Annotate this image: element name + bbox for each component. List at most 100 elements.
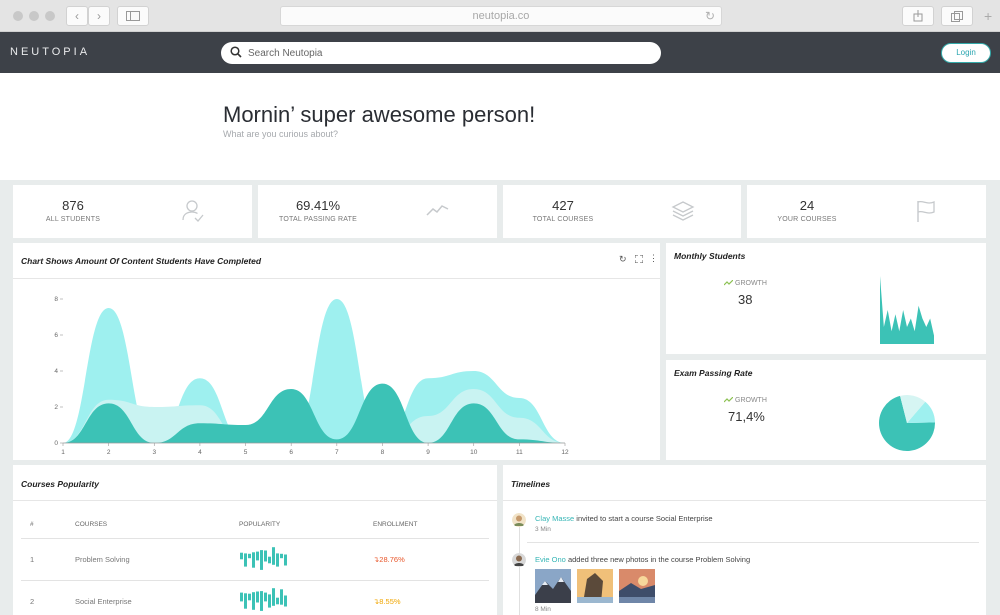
stat-card-your-courses[interactable]: 24 YOUR COURSES: [747, 185, 986, 238]
popularity-bar: [248, 593, 251, 601]
stat-label: TOTAL COURSES: [532, 216, 594, 223]
user-link[interactable]: Clay Masse: [535, 514, 574, 523]
popularity-bar: [252, 592, 255, 610]
popularity-bar: [244, 553, 247, 567]
sidebar-toggle-button[interactable]: [117, 6, 149, 26]
new-tab-icon[interactable]: +: [984, 8, 992, 24]
y-tick-label: 0: [54, 440, 58, 447]
reload-icon[interactable]: ↻: [705, 7, 715, 26]
refresh-icon[interactable]: ↻: [619, 254, 627, 265]
timeline-divider: [527, 542, 979, 543]
growth-label: GROWTH: [735, 280, 767, 287]
enrollment-percent: 28.76%: [379, 555, 405, 564]
trend-line-icon: [426, 205, 449, 216]
forward-button[interactable]: ›: [88, 6, 110, 26]
timeline-track: [519, 523, 520, 615]
window-maximize-button[interactable]: [45, 11, 55, 21]
url-text: neutopia.co: [472, 10, 530, 22]
browser-chrome: ‹ › neutopia.co ↻ +: [0, 0, 1000, 32]
growth-trend-icon: [724, 280, 733, 286]
x-tick-label: 7: [335, 449, 339, 456]
layers-icon: [671, 201, 695, 221]
avatar[interactable]: [512, 513, 526, 527]
popularity-bar: [260, 550, 263, 570]
search-input[interactable]: [248, 45, 648, 61]
popularity-bar: [240, 592, 243, 602]
popularity-sparkline: [240, 547, 287, 570]
stat-card-students[interactable]: 876 ALL STUDENTS: [13, 185, 252, 238]
y-tick-label: 2: [54, 404, 58, 411]
y-tick-label: 4: [54, 368, 58, 375]
popularity-bar: [256, 551, 259, 561]
stat-label: YOUR COURSES: [777, 216, 837, 223]
photo-thumbnail-cliff[interactable]: [577, 569, 613, 603]
monthly-students-chart: [880, 276, 934, 344]
window-minimize-button[interactable]: [29, 11, 39, 21]
x-tick-label: 8: [381, 449, 385, 456]
stat-card-passing-rate[interactable]: 69.41% TOTAL PASSING RATE: [258, 185, 497, 238]
table-header-divider: [21, 538, 489, 539]
user-link[interactable]: Evie Ono: [535, 555, 566, 564]
sidebar-icon: [126, 11, 140, 21]
search-icon: [230, 46, 242, 58]
popularity-bar: [280, 553, 283, 559]
row-number: 1: [30, 555, 35, 564]
logo[interactable]: NEUTOPIA: [10, 46, 90, 58]
growth-trend-icon: [724, 397, 733, 403]
avatar[interactable]: [512, 553, 526, 567]
login-button[interactable]: Login: [941, 43, 991, 63]
tabs-button[interactable]: [941, 6, 973, 26]
popularity-bar: [240, 552, 243, 560]
window-close-button[interactable]: [13, 11, 23, 21]
activity-text: invited to start a course Social Enterpr…: [576, 514, 713, 523]
exam-passing-value: 71,4%: [728, 409, 765, 424]
photo-thumbnail-mountain[interactable]: [535, 569, 571, 603]
popularity-bar: [260, 591, 263, 611]
card-divider: [13, 500, 497, 501]
stat-value: 24: [799, 198, 815, 213]
popularity-bar: [284, 595, 287, 607]
back-button[interactable]: ‹: [66, 6, 88, 26]
popularity-bar: [276, 597, 279, 605]
search-bar[interactable]: [221, 42, 661, 64]
photo-thumbnail-sunset[interactable]: [619, 569, 655, 603]
expand-icon[interactable]: [635, 255, 643, 263]
x-tick-label: 9: [426, 449, 430, 456]
popularity-bar: [284, 554, 287, 566]
exam-passing-pie-chart: [879, 395, 935, 451]
content-completion-chart: 1 2 3 4 5 6 7 8 9 10 11 1202468: [54, 296, 569, 456]
popularity-bar: [268, 556, 271, 564]
stat-label: TOTAL PASSING RATE: [279, 216, 357, 223]
address-bar[interactable]: neutopia.co ↻: [280, 6, 722, 26]
column-header-enrollment: ENROLLMENT: [373, 521, 418, 528]
monthly-students-card: Monthly Students GROWTH 38: [666, 243, 986, 354]
popularity-bar: [252, 552, 255, 568]
stat-card-courses[interactable]: 427 TOTAL COURSES: [503, 185, 741, 238]
timelines-card: Timelines Clay Masse invited to start a …: [503, 465, 986, 615]
share-button[interactable]: [902, 6, 934, 26]
popularity-sparkline: [240, 588, 287, 611]
column-header-number: #: [30, 521, 34, 528]
x-tick-label: 2: [107, 449, 111, 456]
hero-subtitle: What are you curious about?: [223, 129, 339, 139]
more-options-icon[interactable]: ⋮: [649, 253, 658, 264]
share-icon: [913, 10, 923, 22]
content-completion-card: Chart Shows Amount Of Content Students H…: [13, 243, 660, 460]
chevron-left-icon: ‹: [75, 9, 79, 23]
x-tick-label: 6: [289, 449, 293, 456]
stat-value: 876: [62, 198, 84, 213]
course-name: Problem Solving: [75, 555, 130, 564]
page-title: Mornin’ super awesome person!: [223, 102, 536, 127]
timestamp: 3 Min: [535, 526, 551, 533]
card-title: Timelines: [511, 479, 551, 489]
y-tick-label: 6: [54, 332, 58, 339]
popularity-bar: [272, 588, 275, 606]
card-divider: [503, 500, 986, 501]
x-tick-label: 3: [152, 449, 156, 456]
row-number: 2: [30, 597, 35, 606]
x-tick-label: 4: [198, 449, 202, 456]
x-tick-label: 11: [516, 449, 523, 456]
stat-label: ALL STUDENTS: [45, 216, 101, 223]
popularity-bar: [248, 553, 251, 559]
popularity-bar: [256, 591, 259, 603]
